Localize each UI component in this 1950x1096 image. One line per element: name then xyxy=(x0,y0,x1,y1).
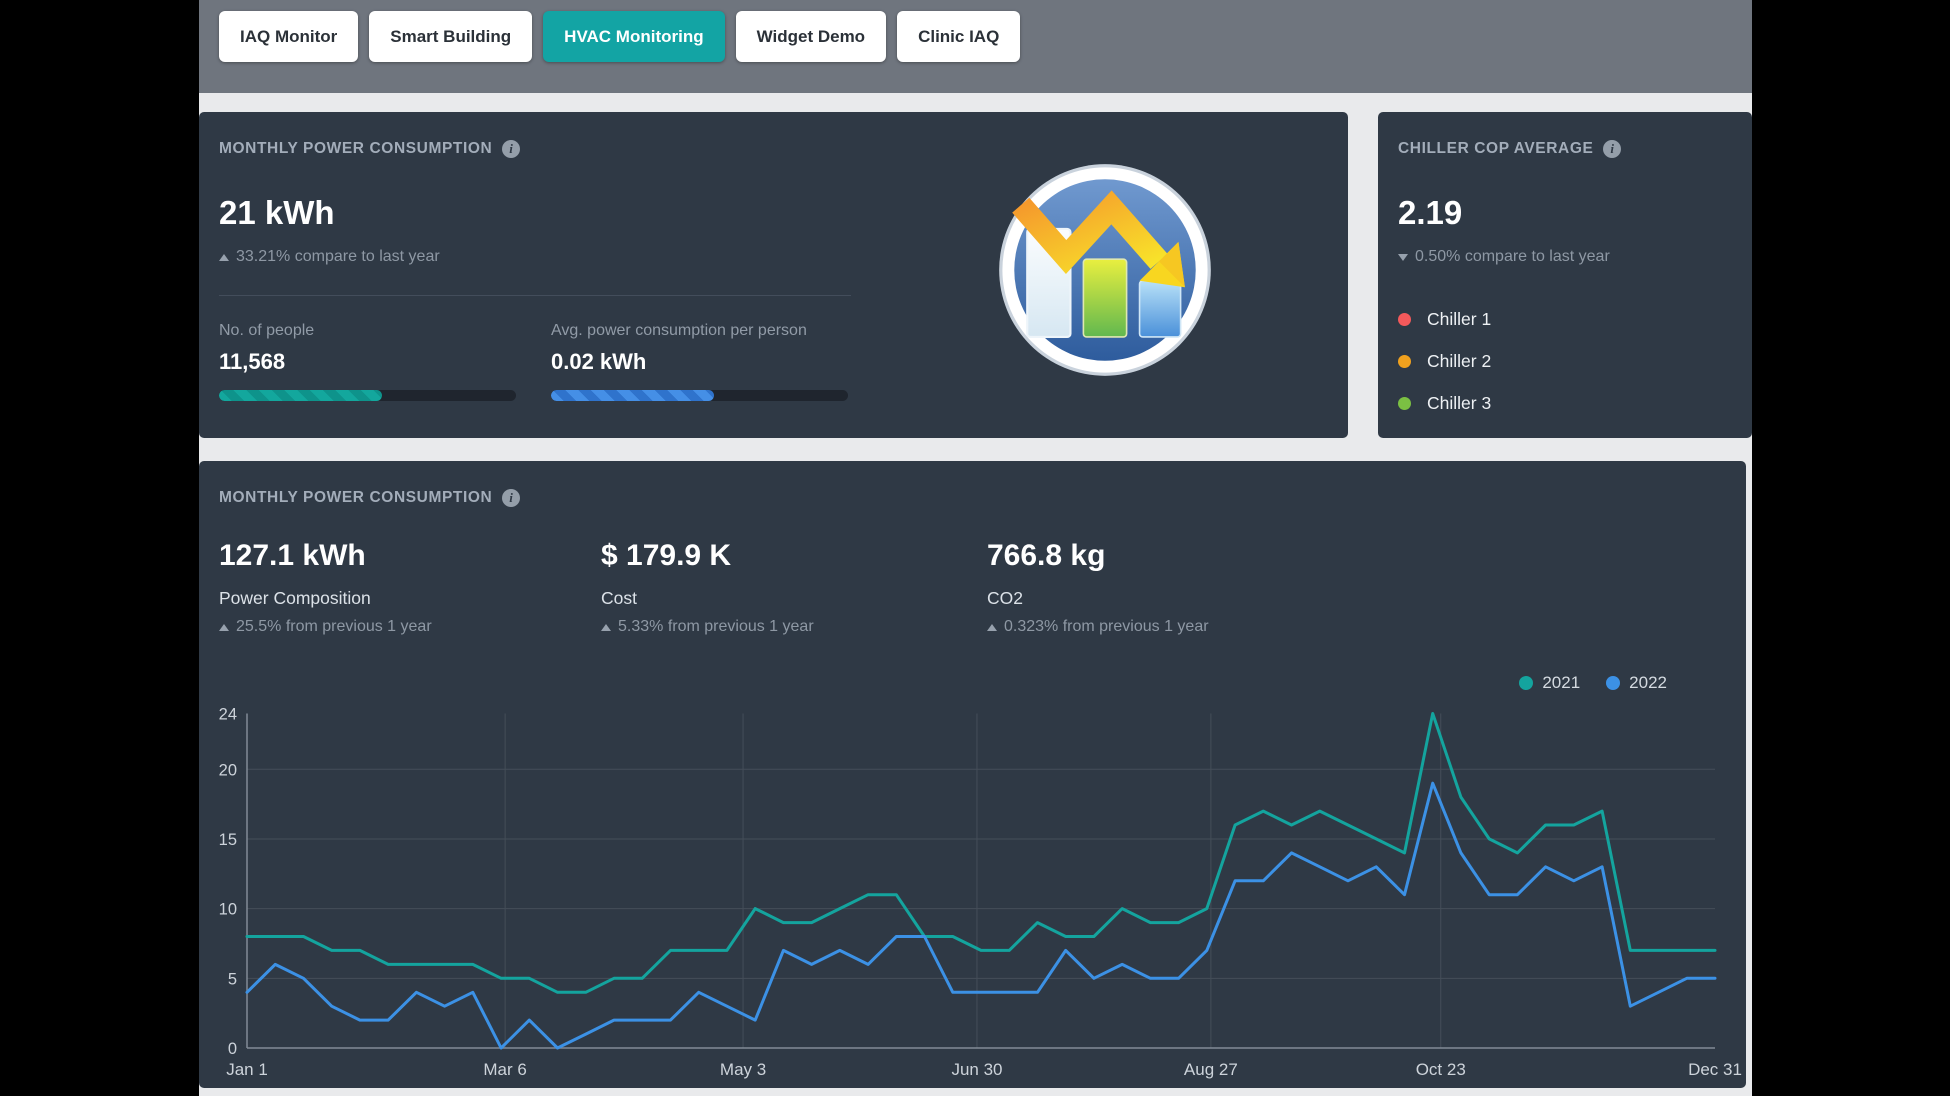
card-title: MONTHLY POWER CONSUMPTION xyxy=(219,489,492,507)
tab-hvac-monitoring[interactable]: HVAC Monitoring xyxy=(543,11,724,62)
mini-stat-avg-power-consumption-per-person: Avg. power consumption per person 0.02 kW… xyxy=(551,322,883,401)
detail-stat-label: CO2 xyxy=(987,588,1209,609)
progress-bar xyxy=(551,390,848,401)
detail-stat-label: Power Composition xyxy=(219,588,432,609)
mini-stat-value: 11,568 xyxy=(219,349,551,375)
y-tick-label: 20 xyxy=(219,761,237,779)
detail-stat-co2: 766.8 kg CO2 0.323% from previous 1 year xyxy=(987,539,1209,636)
trend-up-icon xyxy=(987,624,997,631)
card-title-row: MONTHLY POWER CONSUMPTION i xyxy=(219,489,520,507)
chiller-legend-item-chiller-2: Chiller 2 xyxy=(1398,346,1491,376)
tab-bar: IAQ MonitorSmart BuildingHVAC Monitoring… xyxy=(199,0,1752,93)
detail-stat-value: 766.8 kg xyxy=(987,539,1209,573)
bar-chart-decline-icon xyxy=(997,162,1213,378)
chiller-cop-value: 2.19 xyxy=(1398,194,1462,232)
app-content: IAQ MonitorSmart BuildingHVAC Monitoring… xyxy=(199,0,1752,1096)
chiller-legend-label: Chiller 2 xyxy=(1427,351,1491,372)
detail-stat-power-composition: 127.1 kWh Power Composition 25.5% from pre… xyxy=(219,539,432,636)
progress-bar-fill xyxy=(551,390,714,401)
power-change-text: 33.21% compare to last year xyxy=(236,248,440,266)
x-tick-label: May 3 xyxy=(720,1060,766,1079)
y-tick-label: 15 xyxy=(219,831,237,849)
card-title-row: MONTHLY POWER CONSUMPTION i xyxy=(219,140,520,158)
detail-stat-value: 127.1 kWh xyxy=(219,539,432,573)
chiller-legend-item-chiller-1: Chiller 1 xyxy=(1398,304,1491,334)
mini-stat-label: Avg. power consumption per person xyxy=(551,322,883,340)
mini-stats: No. of people 11,568Avg. power consumptio… xyxy=(219,322,883,401)
trend-up-icon xyxy=(601,624,611,631)
power-value: 21 kWh xyxy=(219,194,335,232)
legend-dot-icon xyxy=(1398,313,1411,326)
y-tick-label: 5 xyxy=(228,970,237,988)
trend-up-icon xyxy=(219,254,229,261)
chiller-legend-label: Chiller 1 xyxy=(1427,309,1491,330)
progress-bar xyxy=(219,390,516,401)
card-title: CHILLER COP AVERAGE xyxy=(1398,140,1593,158)
monthly-power-summary-card: MONTHLY POWER CONSUMPTION i 21 kWh 33.21… xyxy=(199,112,1348,438)
chiller-change-row: 0.50% compare to last year xyxy=(1398,248,1610,266)
monthly-power-detail-card: MONTHLY POWER CONSUMPTION i 127.1 kWh Pow… xyxy=(199,461,1746,1088)
x-tick-label: Jun 30 xyxy=(951,1060,1002,1079)
info-icon[interactable]: i xyxy=(502,489,520,507)
y-tick-label: 24 xyxy=(219,706,237,724)
detail-stat-value: $ 179.9 K xyxy=(601,539,814,573)
trend-up-icon xyxy=(219,624,229,631)
card-title: MONTHLY POWER CONSUMPTION xyxy=(219,140,492,158)
info-icon[interactable]: i xyxy=(502,140,520,158)
tab-smart-building[interactable]: Smart Building xyxy=(369,11,532,62)
detail-stat-label: Cost xyxy=(601,588,814,609)
x-tick-label: Dec 31 xyxy=(1688,1060,1742,1079)
detail-change-text: 0.323% from previous 1 year xyxy=(1004,618,1209,636)
chiller-cop-card: CHILLER COP AVERAGE i 2.19 0.50% compare… xyxy=(1378,112,1752,438)
y-tick-label: 10 xyxy=(219,901,237,919)
power-consumption-chart: 0 5 10 15 20 24 Jan 1 Mar 6 May 3 Jun 30 Aug 27 Oct… xyxy=(199,680,1746,1088)
detail-change-text: 5.33% from previous 1 year xyxy=(618,618,814,636)
x-tick-label: Jan 1 xyxy=(226,1060,268,1079)
mini-stat-value: 0.02 kWh xyxy=(551,349,883,375)
tab-widget-demo[interactable]: Widget Demo xyxy=(736,11,886,62)
chiller-legend: Chiller 1 Chiller 2 Chiller 3 xyxy=(1398,304,1491,430)
mini-stat-no-of-people: No. of people 11,568 xyxy=(219,322,551,401)
power-change-row: 33.21% compare to last year xyxy=(219,248,440,266)
chiller-legend-item-chiller-3: Chiller 3 xyxy=(1398,388,1491,418)
detail-stat-change: 25.5% from previous 1 year xyxy=(219,618,432,636)
screen: IAQ MonitorSmart BuildingHVAC Monitoring… xyxy=(0,0,1950,1096)
x-tick-label: Oct 23 xyxy=(1416,1060,1466,1079)
info-icon[interactable]: i xyxy=(1603,140,1621,158)
x-tick-label: Aug 27 xyxy=(1184,1060,1238,1079)
x-tick-label: Mar 6 xyxy=(483,1060,526,1079)
trend-down-icon xyxy=(1398,254,1408,261)
y-tick-label: 0 xyxy=(228,1040,237,1058)
detail-stat-cost: $ 179.9 K Cost 5.33% from previous 1 year xyxy=(601,539,814,636)
detail-change-text: 25.5% from previous 1 year xyxy=(236,618,432,636)
divider xyxy=(219,295,851,296)
series-line-2021 xyxy=(247,714,1715,993)
detail-stat-change: 0.323% from previous 1 year xyxy=(987,618,1209,636)
card-title-row: CHILLER COP AVERAGE i xyxy=(1398,140,1621,158)
legend-dot-icon xyxy=(1398,355,1411,368)
tab-iaq-monitor[interactable]: IAQ Monitor xyxy=(219,11,358,62)
chiller-legend-label: Chiller 3 xyxy=(1427,393,1491,414)
mini-stat-label: No. of people xyxy=(219,322,551,340)
tab-clinic-iaq[interactable]: Clinic IAQ xyxy=(897,11,1020,62)
progress-bar-fill xyxy=(219,390,382,401)
legend-dot-icon xyxy=(1398,397,1411,410)
detail-stat-change: 5.33% from previous 1 year xyxy=(601,618,814,636)
chiller-change-text: 0.50% compare to last year xyxy=(1415,248,1610,266)
series-line-2022 xyxy=(247,783,1715,1048)
